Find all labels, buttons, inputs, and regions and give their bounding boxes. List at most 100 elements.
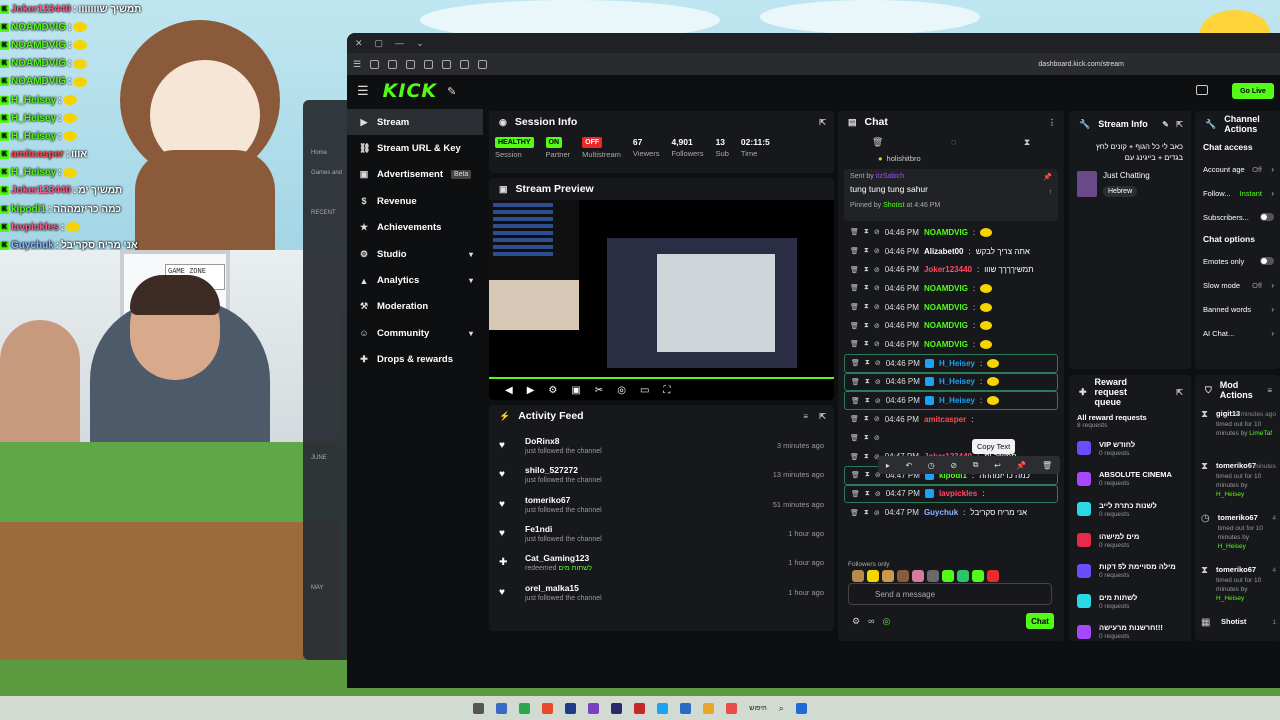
delete-icon[interactable]: 🗑 (850, 284, 859, 292)
app-icon[interactable] (519, 702, 531, 714)
chevron-right-icon[interactable]: › (1271, 329, 1274, 338)
chevron-right-icon[interactable]: › (1271, 281, 1274, 290)
chat-username[interactable]: amitcasper (924, 415, 966, 424)
reward-item[interactable]: לשתות מים 0 requests (1069, 586, 1191, 617)
activity-item[interactable]: ♥ DoRinx8 just followed the channel 3 minut… (489, 431, 834, 460)
sidebar-item[interactable]: ☺ Community ▾ (347, 320, 483, 346)
timeout-icon[interactable]: ⧗ (864, 247, 869, 255)
setting-row[interactable]: AI Chat... › (1195, 321, 1280, 345)
chat-username[interactable]: H_Heisey (939, 396, 975, 405)
timeout-icon[interactable]: ⧗ (864, 228, 869, 236)
activity-username[interactable]: Fe1ndi (525, 524, 602, 534)
timeout-icon[interactable]: ⧗ (865, 378, 870, 386)
trash-icon[interactable]: 🗑 (872, 137, 883, 148)
ban-icon[interactable]: ⊘ (874, 509, 880, 517)
chat-message[interactable]: 🗑 ⧗ ⊘ 04:46 PM NOAMDVIG: (838, 335, 1064, 354)
chat-message[interactable]: 🗑 ⧗ ⊘ 04:46 PM amitcasper: (838, 410, 1064, 429)
chevron-right-icon[interactable]: › (1271, 305, 1274, 314)
close-icon[interactable]: ✕ (355, 38, 363, 49)
reward-item[interactable]: מים למישהו 0 requests (1069, 525, 1191, 556)
activity-username[interactable]: Cat_Gaming123 (525, 553, 592, 563)
delete-icon[interactable]: 🗑 (851, 359, 860, 367)
pip-icon[interactable]: ▣ (571, 385, 580, 396)
setting-row[interactable]: Follow... Instant › (1195, 181, 1280, 205)
task-view-icon[interactable] (473, 702, 485, 714)
extension-icon[interactable] (388, 59, 398, 69)
ban-icon[interactable]: ⊘ (874, 247, 880, 255)
timeout-icon[interactable]: ⧗ (865, 490, 870, 498)
start-icon[interactable] (795, 702, 807, 714)
activity-item[interactable]: ♥ orel_malka15 just followed the channel 1 … (489, 577, 834, 606)
reward-item[interactable]: מילה מסויימת ל5 דקות 0 requests (1069, 555, 1191, 586)
activity-item[interactable]: ♥ Fe1ndi just followed the channel 1 hour a… (489, 519, 834, 548)
reward-item[interactable]: חרשנות מרעישה!!! 0 requests (1069, 617, 1191, 641)
delete-icon[interactable]: 🗑 (850, 322, 859, 330)
activity-item[interactable]: ♥ tomeriko67 just followed the channel 51 m… (489, 490, 834, 519)
sidebar-item[interactable]: ▣ Advertisement Beta (347, 162, 483, 188)
activity-item[interactable]: ♥ shilo_527272 just followed the channel 13… (489, 460, 834, 489)
mod-target-user[interactable]: tomeriko67 (1218, 513, 1274, 522)
chat-username[interactable]: Guychuk (924, 508, 958, 517)
stream-preview-video[interactable]: ◀ ▶ ⚙ ▣ ✂ ◎ ▭ ⛶ (489, 200, 834, 400)
more-icon[interactable]: ⋮ (1048, 118, 1056, 127)
category-name[interactable]: Just Chatting (1103, 171, 1150, 180)
taskbar-search[interactable]: חיפוש (749, 705, 766, 712)
chat-message[interactable]: 🗑 ⧗ ⊘ 04:46 PM NOAMDVIG: (838, 279, 1064, 298)
mod-action-item[interactable]: ⧗ gigit13 timed out for 10 minutes by Lime… (1195, 405, 1280, 457)
chat-message[interactable]: 🗑 ⧗ ⊘ 04:46 PM H_Heisey: (844, 391, 1058, 410)
app-icon[interactable] (565, 702, 577, 714)
delete-icon[interactable]: 🗑 (851, 397, 860, 405)
sidebar-item[interactable]: ⚙ Studio ▾ (347, 241, 483, 267)
timeout-icon[interactable]: ⧗ (865, 359, 870, 367)
chat-username[interactable]: H_Heisey (939, 377, 975, 386)
activity-username[interactable]: shilo_527272 (525, 465, 602, 475)
ban-icon[interactable]: ⊘ (874, 228, 880, 236)
fullscreen-icon[interactable]: ⛶ (663, 385, 670, 396)
tab-icon[interactable] (442, 59, 452, 69)
delete-icon[interactable]: 🗑 (850, 266, 859, 274)
host-name[interactable]: holishitbro (887, 154, 921, 163)
app-icon[interactable] (542, 702, 554, 714)
pin-icon[interactable]: 📌 (1016, 461, 1026, 470)
setting-row[interactable]: Account age Off › (1195, 157, 1280, 181)
sidebar-item[interactable]: ▲ Analytics ▾ (347, 267, 483, 293)
app-icon[interactable] (588, 702, 600, 714)
delete-icon[interactable]: 🗑 (1042, 461, 1052, 470)
pinned-sender[interactable]: itzSabich (876, 173, 904, 180)
delete-icon[interactable]: 🗑 (850, 509, 859, 517)
activity-item[interactable]: ✚ Cat_Gaming123 redeemed לשתות מים 1 hour a… (489, 548, 834, 577)
search-icon[interactable]: ⌕ (779, 703, 784, 714)
pin-icon[interactable]: 📌 (1043, 173, 1052, 181)
address-bar[interactable]: dashboard.kick.com/stream (1038, 61, 1124, 68)
delete-icon[interactable]: 🗑 (851, 471, 860, 479)
chevron-down-icon[interactable]: ▾ (469, 329, 473, 338)
popout-icon[interactable]: ⇱ (1176, 120, 1183, 129)
mod-by-user[interactable]: H_Heisey (1216, 595, 1244, 602)
timeout-icon[interactable]: ⧗ (864, 284, 869, 292)
window-icon[interactable]: ▢ (375, 38, 384, 49)
filter-icon[interactable]: ≡ (1267, 386, 1272, 395)
app-icon[interactable] (611, 702, 623, 714)
app-icon[interactable] (634, 702, 646, 714)
chat-username[interactable]: NOAMDVIG (924, 284, 968, 293)
delete-icon[interactable]: 🗑 (850, 415, 859, 423)
chevron-right-icon[interactable]: › (1271, 165, 1274, 174)
chat-username[interactable]: lavpickles (939, 489, 977, 498)
setting-row[interactable]: Subscribers... (1195, 205, 1280, 229)
popout-icon[interactable]: ⇱ (1176, 388, 1183, 397)
reward-item[interactable]: לשנות כתרת לייב 0 requests (1069, 494, 1191, 525)
tab-icon[interactable] (460, 59, 470, 69)
reward-item[interactable]: ABSOLUTE CINEMA 0 requests (1069, 464, 1191, 495)
settings-icon[interactable]: ⚙ (548, 385, 557, 396)
mod-action-item[interactable]: ⧗ tomeriko67 timed out for 10 minutes by H… (1195, 457, 1280, 509)
chat-message[interactable]: 🗑 ⧗ ⊘ 04:46 PM Alizabet00: אתה צריך לבקש (838, 242, 1064, 261)
popout-icon[interactable]: ⇱ (819, 118, 826, 127)
chat-message[interactable]: 🗑 ⧗ ⊘ 04:46 PM NOAMDVIG: (838, 298, 1064, 317)
screen-icon[interactable] (1196, 85, 1208, 95)
setting-row[interactable]: Emotes only (1195, 249, 1280, 273)
chat-message[interactable]: 🗑 ⧗ ⊘ 04:47 PM lavpickles: (844, 484, 1058, 504)
mod-target-user[interactable]: Shotist (1221, 617, 1246, 626)
chat-message[interactable]: 🗑 ⧗ ⊘ 04:46 PM Joker123440: תמשיךךךך שווו (838, 260, 1064, 279)
hamburger-icon[interactable]: ☰ (357, 83, 369, 99)
app-icon[interactable] (680, 702, 692, 714)
